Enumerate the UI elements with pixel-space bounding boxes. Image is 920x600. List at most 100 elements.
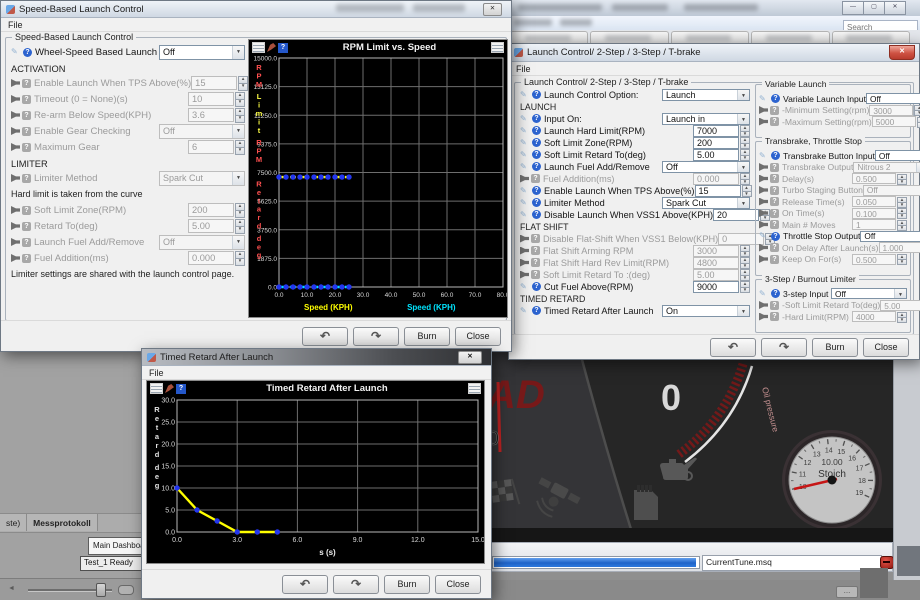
dialog-titlebar[interactable]: Timed Retard After Launch ✕ <box>142 349 491 366</box>
play-icon[interactable]: ◄ <box>8 585 15 592</box>
setting-label: Fuel Addition(ms) <box>543 174 615 184</box>
number-input[interactable]: 15 <box>695 185 741 197</box>
redo-button[interactable]: ↷ <box>353 327 399 346</box>
scrollbar-thumb[interactable] <box>897 546 920 576</box>
close-button[interactable]: Close <box>455 327 501 346</box>
dropdown[interactable]: Off▼ <box>860 231 920 242</box>
dropdown[interactable]: Off▼ <box>866 93 920 104</box>
number-input[interactable]: 200 <box>693 137 739 149</box>
overflow-icon[interactable]: … <box>836 586 858 598</box>
undo-button[interactable]: ↶ <box>710 338 756 357</box>
slider-thumb[interactable] <box>96 583 106 597</box>
spinner[interactable]: ▲▼ <box>740 125 750 136</box>
close-button[interactable]: Close <box>863 338 909 357</box>
close-icon[interactable]: ✕ <box>889 45 915 60</box>
redo-button[interactable]: ↷ <box>333 575 379 594</box>
number-input[interactable]: 20 <box>713 209 759 221</box>
number-input[interactable]: 5.00 <box>693 149 739 161</box>
menu-file[interactable]: File <box>8 20 23 30</box>
setting-row: ✎?Variable Launch InputOff▼ <box>759 94 907 104</box>
table-icon[interactable] <box>252 42 265 53</box>
setting-label: Release Time(s) <box>782 197 845 207</box>
right-scrollbar[interactable] <box>893 352 920 580</box>
setting-label: Cut Fuel Above(RPM) <box>544 282 633 292</box>
svg-text:15000.0: 15000.0 <box>254 56 278 63</box>
undo-button[interactable]: ↶ <box>282 575 328 594</box>
redacted-title-text <box>612 4 668 11</box>
dialog-titlebar[interactable]: Speed-Based Launch Control ✕ <box>1 1 511 18</box>
svg-text:0.0: 0.0 <box>268 285 277 292</box>
number-input: 3000 <box>869 105 913 116</box>
spin-down-icon[interactable]: ▼ <box>740 287 750 294</box>
table-icon[interactable] <box>150 383 163 394</box>
setting-row: ?Turbo Staging ButtonOff▼ <box>759 185 907 195</box>
svg-text:Speed (KPH): Speed (KPH) <box>304 303 353 312</box>
dropdown[interactable]: Launch in▼ <box>662 113 750 125</box>
brush-icon[interactable] <box>165 384 174 393</box>
minimize-icon[interactable]: — <box>842 1 864 15</box>
spinner[interactable]: ▲▼ <box>742 185 752 196</box>
setting-row: ?Disable Flat-Shift When VSS1 Below(KPH)… <box>520 233 750 244</box>
tab-partial[interactable]: ste) <box>0 514 27 531</box>
spinner[interactable]: ▲▼ <box>740 149 750 160</box>
burn-button[interactable]: Burn <box>812 338 858 357</box>
dropdown[interactable]: Off▼ <box>875 150 920 161</box>
pencil-icon: ✎ <box>520 115 530 123</box>
svg-text:e: e <box>155 414 159 423</box>
redo-button[interactable]: ↷ <box>761 338 807 357</box>
svg-text:Speed (KPH): Speed (KPH) <box>407 303 456 312</box>
spinner[interactable]: ▲▼ <box>740 137 750 148</box>
dropdown[interactable]: On▼ <box>662 305 750 317</box>
burn-button[interactable]: Burn <box>404 327 450 346</box>
tab-main-dashboard[interactable]: Main Dashboard <box>88 537 147 555</box>
setting-row: ?On Delay After Launch(s)1.000▲▼ <box>759 243 907 253</box>
tab-messprotokoll[interactable]: Messprotokoll <box>27 514 98 531</box>
rpm-limit-plot[interactable]: 0.010.020.030.040.050.060.070.080.015000… <box>249 55 507 317</box>
toggle-capsule[interactable] <box>118 585 134 595</box>
help-icon: ? <box>22 79 31 88</box>
dropdown-value: Launch <box>663 90 737 100</box>
number-input[interactable]: 7000 <box>693 125 739 137</box>
muted-icon <box>759 301 768 309</box>
svg-text:80.0: 80.0 <box>497 292 507 299</box>
undo-button[interactable]: ↶ <box>302 327 348 346</box>
help-icon: ? <box>531 270 540 279</box>
chart-help-icon[interactable]: ? <box>176 384 186 394</box>
timed-retard-plot[interactable]: 0.03.06.09.012.015.030.025.020.015.010.0… <box>147 396 484 563</box>
pencil-icon: ✎ <box>520 283 530 291</box>
help-icon: ? <box>531 174 540 183</box>
dropdown[interactable]: Spark Cut▼ <box>662 197 750 209</box>
burn-button[interactable]: Burn <box>384 575 430 594</box>
dropdown[interactable]: Launch▼ <box>662 89 750 101</box>
chart-help-icon[interactable]: ? <box>278 43 288 53</box>
help-icon: ? <box>532 114 541 123</box>
dropdown[interactable]: Off▼ <box>662 161 750 173</box>
grid-icon[interactable] <box>468 383 481 394</box>
help-icon: ? <box>770 117 779 126</box>
button-bar: ↶ ↷ Burn Close <box>1 320 511 351</box>
button-bar: ↶ ↷ Burn Close <box>509 334 919 359</box>
variable-launch-group: Variable Launch ✎?Variable Launch InputO… <box>755 84 911 138</box>
close-icon[interactable]: ✕ <box>458 351 482 364</box>
menu-bar: File <box>1 18 511 32</box>
setting-label: Launch Control Option: <box>544 90 639 100</box>
spinner[interactable]: ▲▼ <box>740 281 750 292</box>
brush-icon[interactable] <box>267 43 276 52</box>
dropdown[interactable]: Off▼ <box>831 288 907 299</box>
svg-text:15: 15 <box>837 449 845 456</box>
menu-file[interactable]: File <box>149 368 164 378</box>
number-input[interactable]: 9000 <box>693 281 739 293</box>
current-tune-field[interactable]: CurrentTune.msq <box>702 555 882 571</box>
dropdown[interactable]: Off▼ <box>159 45 245 60</box>
number-input: 0.050 <box>852 196 896 207</box>
close-button[interactable]: Close <box>435 575 481 594</box>
grid-icon[interactable] <box>491 42 504 53</box>
spin-down-icon: ▼ <box>897 213 907 219</box>
dialog-titlebar[interactable]: Launch Control/ 2-Step / 3-Step / T-brak… <box>509 44 919 62</box>
close-icon[interactable]: ✕ <box>884 1 906 15</box>
menu-file[interactable]: File <box>516 64 531 74</box>
setting-row: ?-Hard Limit(RPM)4000▲▼ <box>759 312 907 322</box>
muted-icon <box>11 206 20 214</box>
maximize-icon[interactable]: ▢ <box>863 1 885 15</box>
close-icon[interactable]: ✕ <box>483 3 502 16</box>
